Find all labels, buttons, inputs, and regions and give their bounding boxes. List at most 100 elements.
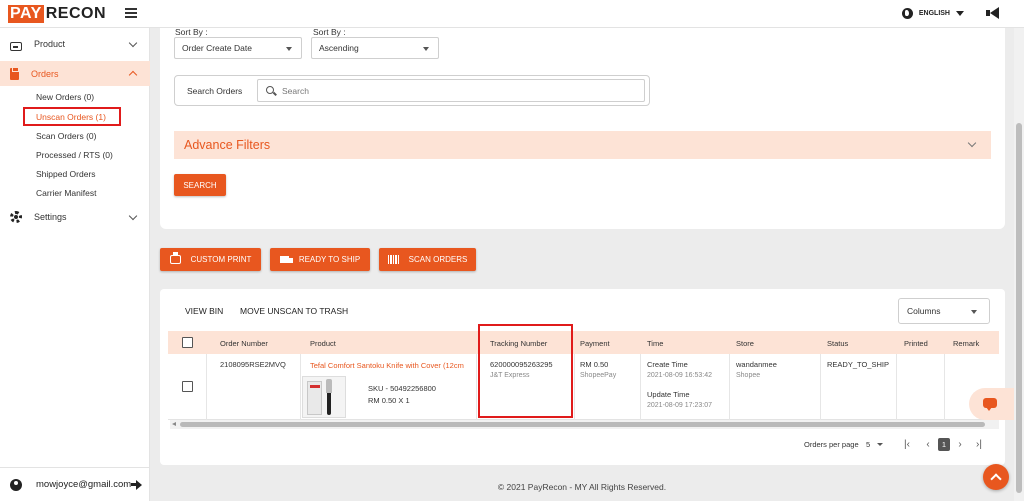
sort-order-select[interactable]: Ascending	[311, 37, 439, 59]
sidebar-sub-carrier-manifest[interactable]: Carrier Manifest	[36, 188, 96, 198]
highlight-box	[478, 324, 573, 418]
scrollbar-thumb[interactable]	[180, 422, 985, 427]
header-payment[interactable]: Payment	[580, 339, 610, 348]
create-time: 2021-08-09 16:53:42	[647, 372, 712, 379]
payrecon-logo[interactable]: PAY RECON	[8, 5, 106, 23]
language-selector[interactable]: ENGLISH	[919, 10, 950, 17]
logo-recon: RECON	[45, 5, 107, 22]
move-to-trash-button[interactable]: MOVE UNSCAN TO TRASH	[240, 306, 348, 316]
header-product[interactable]: Product	[310, 339, 336, 348]
create-time-label: Create Time	[647, 360, 688, 369]
sidebar-sub-shipped[interactable]: Shipped Orders	[36, 169, 96, 179]
header-remark[interactable]: Remark	[953, 339, 979, 348]
ready-to-ship-label: READY TO SHIP	[298, 255, 361, 264]
order-number[interactable]: 2108095RSE2MVQ	[220, 360, 286, 369]
page-vertical-scrollbar[interactable]	[1014, 28, 1024, 501]
product-thumbnail	[302, 376, 346, 418]
gear-icon	[10, 211, 22, 223]
select-all-checkbox[interactable]	[182, 337, 193, 348]
logout-icon[interactable]	[131, 480, 142, 490]
chevron-down-icon	[971, 310, 977, 314]
product-sku: SKU - 50492256800	[368, 384, 436, 393]
sidebar-sub-new-orders[interactable]: New Orders (0)	[36, 92, 94, 102]
last-page-icon[interactable]: ›|	[973, 437, 985, 451]
chevron-down-icon	[423, 47, 429, 51]
announcement-icon[interactable]	[986, 7, 1000, 19]
sort-order-value: Ascending	[319, 43, 359, 53]
chevron-down-icon	[128, 211, 138, 221]
column-divider	[820, 354, 821, 420]
store-platform: Shopee	[736, 372, 761, 379]
tray-icon	[10, 41, 22, 51]
chat-icon	[983, 398, 997, 411]
globe-icon[interactable]	[901, 7, 913, 19]
sidebar-item-settings[interactable]: Settings	[0, 205, 150, 229]
product-price-qty: RM 0.50 X 1	[368, 396, 410, 405]
search-input[interactable]	[257, 79, 645, 102]
search-orders-label: Search Orders	[187, 86, 243, 96]
chevron-down-icon	[967, 138, 977, 148]
printer-icon	[169, 252, 181, 264]
sidebar-item-label: Settings	[34, 212, 67, 222]
sort-field-select[interactable]: Order Create Date	[174, 37, 302, 59]
menu-toggle-icon[interactable]	[125, 8, 137, 18]
logo-pay: PAY	[8, 5, 44, 23]
scan-orders-button[interactable]: SCAN ORDERS	[379, 248, 476, 271]
header-status[interactable]: Status	[827, 339, 848, 348]
header-time[interactable]: Time	[647, 339, 663, 348]
language-caret-icon[interactable]	[956, 10, 964, 16]
highlight-box	[23, 107, 121, 126]
column-divider	[944, 354, 945, 420]
table-horizontal-scrollbar[interactable]	[170, 420, 999, 429]
scrollbar-thumb[interactable]	[1016, 123, 1022, 493]
chevron-down-icon	[286, 47, 292, 51]
view-bin-button[interactable]: VIEW BIN	[185, 306, 223, 316]
orders-per-page-select[interactable]: 5	[866, 440, 870, 449]
column-divider	[729, 354, 730, 420]
prev-page-icon[interactable]: ‹	[922, 437, 934, 451]
user-icon	[10, 478, 22, 491]
advance-filters-label: Advance Filters	[184, 138, 271, 152]
sidebar-sub-processed[interactable]: Processed / RTS (0)	[36, 150, 113, 160]
column-divider	[206, 354, 207, 420]
first-page-icon[interactable]: |‹	[901, 437, 913, 451]
header-store[interactable]: Store	[736, 339, 754, 348]
sort-field-value: Order Create Date	[182, 43, 252, 53]
sidebar-sub-scan-orders[interactable]: Scan Orders (0)	[36, 131, 96, 141]
barcode-icon	[387, 255, 399, 264]
column-divider	[300, 354, 301, 420]
orders-per-page-label: Orders per page	[804, 440, 859, 449]
sidebar: Product Orders New Orders (0) Unscan Ord…	[0, 28, 150, 501]
row-checkbox[interactable]	[182, 381, 193, 392]
chat-button[interactable]	[969, 388, 1014, 420]
scan-orders-label: SCAN ORDERS	[408, 255, 468, 264]
header-order-number[interactable]: Order Number	[220, 339, 268, 348]
sidebar-item-orders[interactable]: Orders	[0, 61, 150, 86]
clipboard-icon	[10, 66, 19, 80]
search-button-label: SEARCH	[183, 180, 217, 190]
footer-copyright: © 2021 PayRecon - MY All Rights Reserved…	[497, 482, 667, 492]
chevron-down-icon[interactable]	[877, 443, 883, 446]
custom-print-button[interactable]: CUSTOM PRINT	[160, 248, 261, 271]
status-badge: READY_TO_SHIP	[827, 360, 889, 369]
current-page[interactable]: 1	[938, 438, 950, 451]
user-account: mowjoyce@gmail.com	[0, 467, 150, 501]
user-email: mowjoyce@gmail.com	[36, 479, 132, 490]
payment-method: ShopeePay	[580, 372, 617, 379]
column-divider	[476, 354, 477, 420]
scroll-left-icon[interactable]	[172, 422, 176, 426]
custom-print-label: CUSTOM PRINT	[190, 255, 252, 264]
header-printed[interactable]: Printed	[904, 339, 928, 348]
advance-filters-toggle[interactable]: Advance Filters	[174, 131, 991, 159]
columns-select[interactable]: Columns	[898, 298, 990, 324]
scroll-to-top-icon[interactable]	[983, 464, 1009, 490]
search-icon	[266, 86, 274, 94]
next-page-icon[interactable]: ›	[954, 437, 966, 451]
product-name-link[interactable]: Tefal Comfort Santoku Knife with Cover (…	[310, 361, 464, 370]
sidebar-item-product[interactable]: Product	[0, 32, 150, 56]
top-bar: PAY RECON ENGLISH	[0, 0, 1024, 28]
update-time: 2021-08-09 17:23:07	[647, 402, 712, 409]
column-divider	[896, 354, 897, 420]
ready-to-ship-button[interactable]: READY TO SHIP	[270, 248, 370, 271]
search-button[interactable]: SEARCH	[174, 174, 226, 196]
